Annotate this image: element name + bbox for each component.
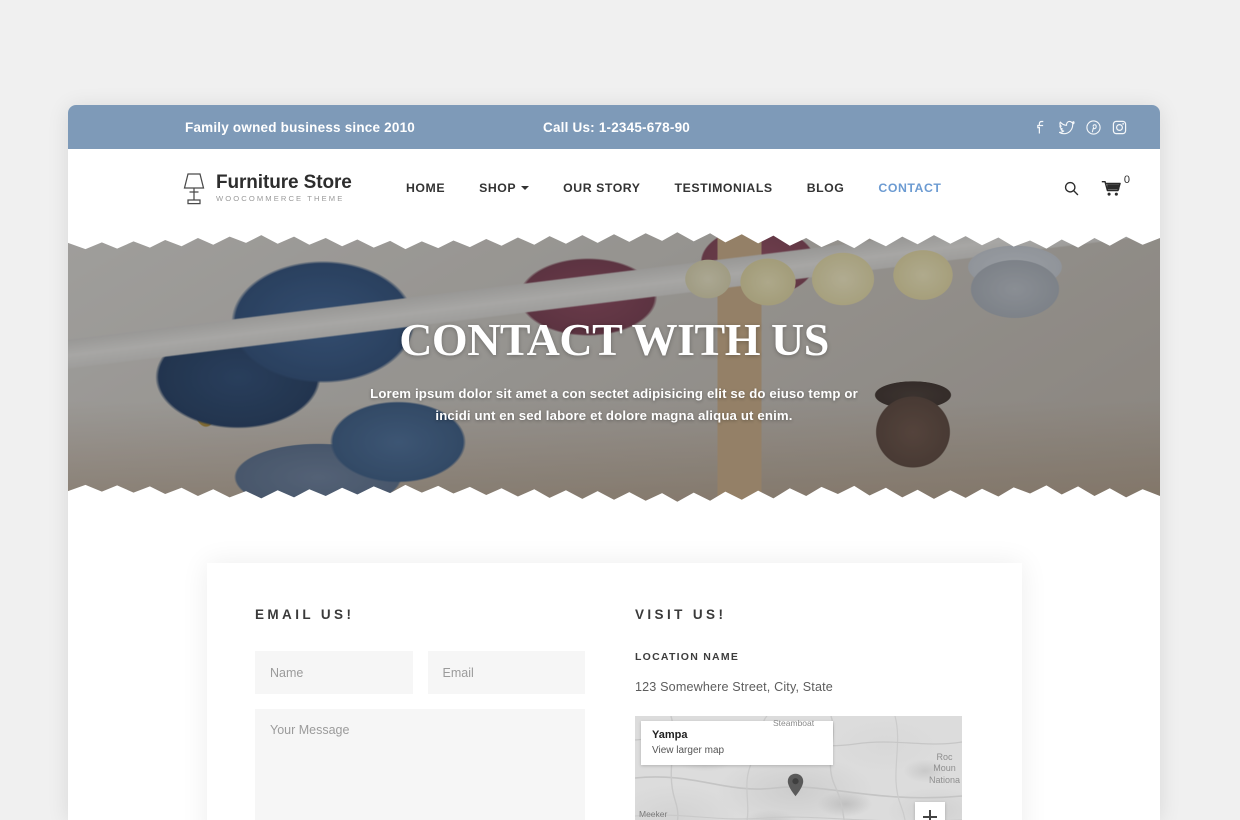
map-pin-icon <box>787 773 804 797</box>
nav-item-shop[interactable]: SHOP <box>479 181 530 195</box>
site-header: Furniture Store WOOCOMMERCE THEME HOME S… <box>68 149 1160 227</box>
nav-item-testimonials[interactable]: TESTIMONIALS <box>675 181 773 195</box>
nav-item-contact[interactable]: CONTACT <box>878 181 941 195</box>
message-textarea[interactable] <box>255 709 585 820</box>
map-label-steamboat: Steamboat <box>773 718 815 728</box>
page-content: EMAIL US! VISIT US! LOCATION NAME 123 So… <box>68 507 1160 820</box>
plus-icon-vertical <box>928 810 932 820</box>
nav-label-home: HOME <box>406 181 446 195</box>
main-navigation: HOME SHOP OUR STORY TESTIMONIALS BLOG CO… <box>406 181 941 195</box>
nav-label-shop: SHOP <box>479 181 517 195</box>
nav-label-testimonials: TESTIMONIALS <box>674 181 773 195</box>
hero-subtitle: Lorem ipsum dolor sit amet a con sectet … <box>370 386 858 423</box>
nav-item-our-story[interactable]: OUR STORY <box>563 181 640 195</box>
location-map[interactable]: Yampa View larger map Meeker Steamboat R… <box>635 716 962 820</box>
map-zoom-in-button[interactable] <box>915 802 945 820</box>
instagram-icon[interactable] <box>1111 119 1128 136</box>
nav-label-contact: CONTACT <box>878 181 942 195</box>
nav-label-our-story: OUR STORY <box>563 181 641 195</box>
name-input[interactable] <box>255 651 413 694</box>
phone-text: Call Us: 1-2345-678-90 <box>543 119 690 135</box>
cart-count-badge: 0 <box>1123 174 1130 186</box>
view-larger-map-link[interactable]: View larger map <box>652 745 822 756</box>
logo-title: Furniture Store <box>216 172 352 194</box>
page-title: CONTACT WITH US <box>399 314 829 366</box>
location-name: LOCATION NAME <box>635 651 740 663</box>
email-us-heading: EMAIL US! <box>255 607 355 622</box>
lamp-icon <box>183 173 205 205</box>
email-us-column: EMAIL US! <box>255 607 585 820</box>
facebook-icon[interactable] <box>1033 119 1050 136</box>
header-tools: 0 <box>1063 174 1130 197</box>
map-place-name: Yampa <box>652 729 688 741</box>
pinterest-icon[interactable] <box>1085 119 1102 136</box>
map-label-park-line3: Nationa <box>928 774 960 785</box>
tagline-text: Family owned business since 2010 <box>185 119 415 135</box>
cart-button[interactable]: 0 <box>1101 174 1130 197</box>
map-label-park-line2: Moun <box>933 763 956 774</box>
name-email-row <box>255 651 585 694</box>
top-utility-bar: Family owned business since 2010 Call Us… <box>68 105 1160 149</box>
visit-us-heading: VISIT US! <box>635 607 727 622</box>
email-input[interactable] <box>427 651 585 694</box>
map-label-national-park: Roc Moun Nationa <box>929 752 960 786</box>
contact-card: EMAIL US! VISIT US! LOCATION NAME 123 So… <box>207 563 1022 820</box>
logo-subtitle: WOOCOMMERCE THEME <box>216 194 345 204</box>
nav-label-blog: BLOG <box>806 181 845 195</box>
nav-item-blog[interactable]: BLOG <box>807 181 845 195</box>
hero-content: CONTACT WITH US Lorem ipsum dolor sit am… <box>68 227 1160 507</box>
cart-icon <box>1101 180 1121 196</box>
social-links <box>1033 119 1128 136</box>
site-logo[interactable]: Furniture Store WOOCOMMERCE THEME <box>181 171 352 205</box>
nav-item-home[interactable]: HOME <box>406 181 445 195</box>
search-icon[interactable] <box>1063 180 1080 197</box>
twitter-icon[interactable] <box>1059 119 1076 136</box>
chevron-down-icon <box>521 186 530 190</box>
map-label-meeker: Meeker <box>639 809 668 819</box>
map-label-park-line1: Roc <box>936 752 953 762</box>
location-address: 123 Somewhere Street, City, State <box>635 680 833 694</box>
hero-banner: CONTACT WITH US Lorem ipsum dolor sit am… <box>68 227 1160 507</box>
browser-page-frame: Family owned business since 2010 Call Us… <box>68 105 1160 820</box>
visit-us-column: VISIT US! LOCATION NAME 123 Somewhere St… <box>635 607 965 820</box>
